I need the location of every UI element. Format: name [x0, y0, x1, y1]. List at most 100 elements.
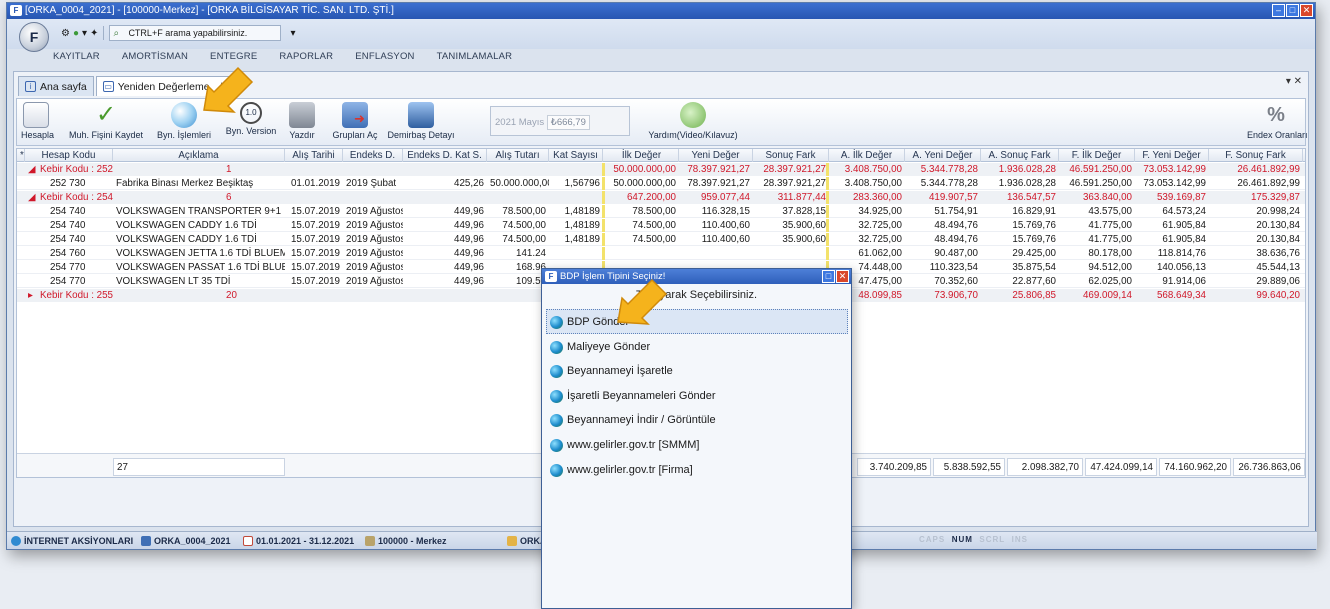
group-expander-icon[interactable]: ▸ — [25, 289, 37, 302]
dialog-option[interactable]: www.gelirler.gov.tr [Firma] — [546, 457, 848, 482]
group-total: 539.169,87 — [1156, 192, 1206, 203]
demirbas-detayi-button[interactable]: Demirbaş Detayı — [385, 101, 457, 145]
muh-fisini-kaydet-button[interactable]: ✓ Muh. Fişini Kaydet — [67, 101, 145, 145]
close-button[interactable]: ✕ — [1300, 4, 1313, 17]
table-row[interactable]: 254 740 VOLKSWAGEN CADDY 1.6 TDİ 15.07.201… — [17, 219, 1305, 232]
menu-entegre[interactable]: ENTEGRE — [210, 51, 257, 67]
table-cell: 15.07.2019 — [290, 234, 340, 245]
column-header[interactable]: A. Sonuç Fark — [981, 149, 1059, 162]
table-cell — [549, 247, 603, 260]
dialog-close-button[interactable]: ✕ — [836, 270, 849, 283]
dialog-option[interactable]: BDP Gönder — [546, 309, 848, 334]
column-header[interactable]: Kat Sayısı — [549, 149, 603, 162]
table-cell: 254 740 — [50, 220, 86, 231]
table-cell: 449,96 — [454, 234, 484, 245]
table-row[interactable]: 254 740 VOLKSWAGEN TRANSPORTER 9+1 15.07.2… — [17, 205, 1305, 218]
group-total: 26.461.892,99 — [1237, 164, 1300, 175]
column-header[interactable]: Endeks D. — [343, 149, 403, 162]
menu-raporlar[interactable]: RAPORLAR — [279, 51, 333, 67]
quickbar-dropdown-icon[interactable]: ▾ — [290, 28, 295, 39]
column-header[interactable]: Açıklama — [113, 149, 285, 162]
footer-total: 74.160.962,20 — [1159, 458, 1231, 476]
status-internet[interactable]: İNTERNET AKSİYONLARI — [11, 534, 133, 548]
column-header[interactable]: F. Sonuç Fark — [1209, 149, 1303, 162]
tools-icon[interactable]: ✦ — [90, 28, 98, 39]
dialog-option[interactable]: Maliyeye Gönder — [546, 334, 848, 359]
yardim-button[interactable]: Yardım(Video/Kılavuz) — [641, 101, 745, 145]
column-header[interactable]: Alış Tarihi — [285, 149, 343, 162]
dialog-maximize-button[interactable]: □ — [822, 270, 835, 283]
table-cell: 1,48189 — [564, 220, 600, 231]
table-cell: 168.96 — [516, 262, 546, 273]
menu-tanimlamalar[interactable]: TANIMLAMALAR — [437, 51, 513, 67]
table-cell: 32.725,00 — [858, 220, 902, 231]
column-header[interactable]: A. İlk Değer — [829, 149, 905, 162]
table-cell: 73.053.142,99 — [1143, 178, 1206, 189]
column-header[interactable]: A. Yeni Değer — [905, 149, 981, 162]
group-row[interactable]: ◢ Kebir Kodu : 252 1 50.000.000,00 78.397.92… — [17, 163, 1305, 176]
keyboard-indicators: CAPS NUM SCRL INS — [919, 535, 1028, 544]
column-header[interactable]: F. Yeni Değer — [1135, 149, 1209, 162]
group-row[interactable]: ◢ Kebir Kodu : 254 6 647.200,00 959.077,44 31… — [17, 191, 1305, 204]
group-expander-icon[interactable]: ◢ — [25, 163, 37, 176]
table-cell: 449,96 — [454, 206, 484, 217]
column-header[interactable]: F. İlk Değer — [1059, 149, 1135, 162]
column-header[interactable]: Hesap Kodu — [25, 149, 113, 162]
search-input[interactable]: ⌕ CTRL+F arama yapabilirsiniz. — [109, 25, 282, 41]
maximize-button[interactable]: □ — [1286, 4, 1299, 17]
menu-amortisman[interactable]: AMORTİSMAN — [122, 51, 188, 67]
column-header[interactable]: Endeks D. Kat S. — [403, 149, 487, 162]
group-total: 363.840,00 — [1082, 192, 1132, 203]
table-row[interactable]: 254 740 VOLKSWAGEN CADDY 1.6 TDİ 15.07.201… — [17, 233, 1305, 246]
gruplari-ac-button[interactable]: ➜ Grupları Aç — [329, 101, 381, 145]
table-cell: 35.900,60 — [782, 234, 826, 245]
dialog-option[interactable]: www.gelirler.gov.tr [SMMM] — [546, 432, 848, 457]
column-header[interactable]: Yeni Değer — [679, 149, 753, 162]
table-cell: 15.07.2019 — [290, 262, 340, 273]
group-total: 175.329,87 — [1250, 192, 1300, 203]
dialog-option[interactable]: Beyannameyi İşaretle — [546, 358, 848, 383]
tab-tools[interactable]: ▾ ✕ — [1286, 76, 1302, 87]
group-total: 647.200,00 — [626, 192, 676, 203]
table-cell: 35.900,60 — [782, 220, 826, 231]
table-cell: 2019 Ağustos — [346, 234, 403, 245]
status-branch[interactable]: 100000 - Merkez — [365, 534, 447, 548]
table-cell: 1.936.028,28 — [998, 178, 1056, 189]
table-row[interactable]: 252 730 Fabrika Binası Merkez Beşiktaş 01.… — [17, 177, 1305, 190]
minimize-button[interactable]: – — [1272, 4, 1285, 17]
menu-enflasyon[interactable]: ENFLASYON — [355, 51, 414, 67]
table-cell: 74.500,00 — [502, 234, 546, 245]
group-expander-icon[interactable]: ◢ — [25, 191, 37, 204]
settings-icon[interactable]: ⚙ — [61, 28, 70, 39]
status-database[interactable]: ORKA_0004_2021 — [141, 534, 231, 548]
highlight-bar — [826, 191, 829, 204]
period-index-field[interactable]: 2021 Mayıs ₺666,79 — [490, 106, 630, 136]
app-logo-icon: F — [10, 5, 22, 16]
table-cell: 254 740 — [50, 234, 86, 245]
table-cell — [753, 247, 829, 260]
group-total: 25.806,85 — [1012, 290, 1056, 301]
column-header[interactable]: Alış Tutarı — [487, 149, 549, 162]
table-row[interactable]: 254 760 VOLKSWAGEN JETTA 1.6 TDİ BLUEMO 15… — [17, 247, 1305, 260]
endex-oranlari-button[interactable]: % Endex Oranları — [1247, 101, 1308, 145]
menu-kayitlar[interactable]: KAYITLAR — [53, 51, 100, 67]
column-header[interactable]: İlk Değer — [605, 149, 679, 162]
table-cell: 449,96 — [454, 262, 484, 273]
status-period[interactable]: 01.01.2021 - 31.12.2021 — [243, 534, 354, 548]
yazdir-button[interactable]: Yazdır — [287, 101, 317, 145]
application-menu-button[interactable]: F — [19, 22, 49, 52]
highlight-bar — [602, 177, 605, 190]
group-total: 28.397.921,27 — [763, 164, 826, 175]
table-cell: 254 770 — [50, 262, 86, 273]
dialog-option[interactable]: İşaretli Beyannameleri Gönder — [546, 383, 848, 408]
hesapla-button[interactable]: Hesapla — [21, 101, 54, 145]
dialog-option[interactable]: Beyannameyi İndir / Görüntüle — [546, 407, 848, 432]
tab-ana-sayfa[interactable]: i Ana sayfa — [18, 76, 94, 96]
table-cell: 28.397.921,27 — [763, 178, 826, 189]
group-label: Kebir Kodu : 252 — [40, 164, 113, 175]
table-cell: 5.344.778,28 — [920, 178, 978, 189]
status-icon[interactable]: ● — [73, 28, 79, 39]
column-header[interactable]: Sonuç Fark — [753, 149, 829, 162]
dialog-option-label: İşaretli Beyannameleri Gönder — [567, 389, 716, 402]
dropdown-icon[interactable]: ▾ — [82, 28, 87, 39]
